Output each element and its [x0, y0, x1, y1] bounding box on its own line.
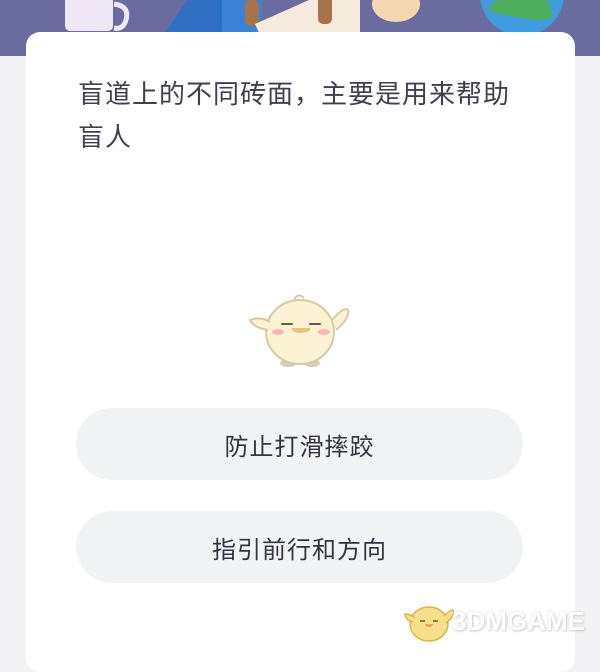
- watermark-text: 3DMGAME: [452, 606, 585, 636]
- question-text: 盲道上的不同砖面，主要是用来帮助盲人: [78, 80, 511, 153]
- chick-mascot-icon: [248, 294, 350, 367]
- globe-icon: [480, 0, 564, 36]
- answer-option-2-label: 指引前行和方向: [212, 535, 387, 564]
- chick-logo-icon: [404, 606, 454, 642]
- watermark: 3DMGAME: [404, 594, 600, 648]
- answer-option-2[interactable]: 指引前行和方向: [76, 511, 523, 583]
- cup-icon: [63, 0, 130, 33]
- answer-option-1[interactable]: 防止打滑摔跤: [76, 408, 523, 480]
- question-card: 盲道上的不同砖面，主要是用来帮助盲人 防止打滑摔跤 指引前行和方向: [26, 32, 575, 672]
- answer-option-1-label: 防止打滑摔跤: [224, 432, 375, 461]
